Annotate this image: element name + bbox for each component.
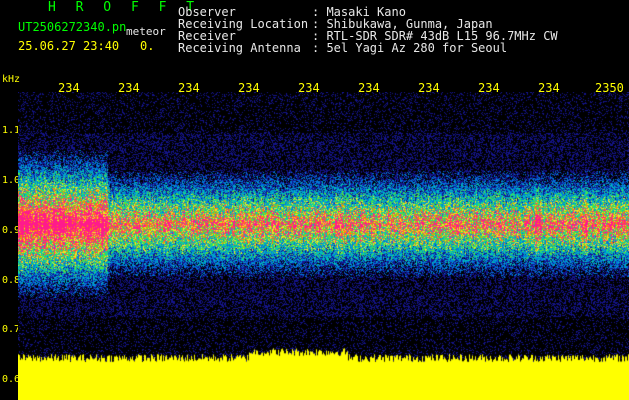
y-axis-unit: kHz (2, 74, 21, 85)
capture-datetime: 25.06.27 23:40 (18, 39, 120, 53)
file-suffix: meteor (126, 25, 166, 38)
info-label-antenna: Receiving Antenna (178, 41, 301, 55)
spectrogram-canvas (18, 92, 629, 400)
file-name: UT2506272340.pn (18, 20, 127, 34)
capture-index: 0. (140, 39, 155, 53)
info-value-antenna: : 5el Yagi Az 280 for Seoul (312, 41, 508, 55)
